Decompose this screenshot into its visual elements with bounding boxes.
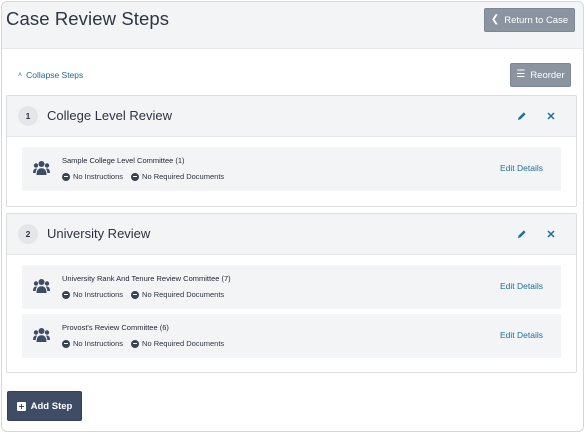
committee-row: University Rank And Tenure Review Commit…: [22, 265, 561, 309]
committee-row: Provost's Review Committee (6) No Instru…: [22, 314, 561, 358]
step-title: University Review: [47, 226, 151, 241]
bars-icon: ☰: [516, 69, 526, 80]
committee-name: Sample College Level Committee (1): [62, 156, 185, 165]
step-header: 2 University Review ✕: [7, 214, 576, 255]
plus-square-icon: [16, 401, 26, 411]
add-step-label: Add Step: [30, 400, 73, 412]
add-step-button[interactable]: Add Step: [7, 391, 82, 421]
step-number: 1: [18, 106, 38, 126]
step-title: College Level Review: [47, 108, 173, 123]
pencil-icon: [518, 112, 526, 120]
committee-meta: No Instructions No Required Documents: [62, 172, 232, 181]
step-number: 2: [18, 224, 38, 244]
remove-step-button[interactable]: ✕: [545, 110, 557, 123]
edit-details-link[interactable]: Edit Details: [500, 281, 543, 291]
case-review-steps-panel: Case Review Steps ❮ Return to Case ˄ Col…: [1, 1, 584, 432]
documents-status: No Required Documents: [131, 290, 224, 299]
edit-step-button[interactable]: [516, 228, 528, 240]
double-chevron-up-icon: ˄: [18, 71, 23, 79]
minus-circle-icon: [131, 172, 140, 181]
edit-details-link[interactable]: Edit Details: [500, 330, 543, 340]
edit-step-button[interactable]: [516, 110, 528, 122]
reorder-label: Reorder: [530, 69, 565, 81]
minus-circle-icon: [62, 172, 70, 181]
reorder-button[interactable]: ☰ Reorder: [510, 63, 571, 87]
remove-step-button[interactable]: ✕: [545, 228, 557, 241]
committee-meta: No Instructions No Required Documents: [62, 339, 232, 348]
review-step: 1 College Level Review ✕ Sample College …: [6, 95, 577, 207]
collapse-steps-link[interactable]: ˄ Collapse Steps: [18, 70, 83, 80]
pencil-icon: [518, 230, 526, 238]
instructions-status: No Instructions: [62, 339, 123, 348]
minus-circle-icon: [131, 339, 140, 348]
page-header: Case Review Steps ❮ Return to Case: [2, 2, 583, 49]
committee-name: University Rank And Tenure Review Commit…: [62, 274, 231, 283]
users-icon: [33, 161, 50, 175]
close-icon: ✕: [546, 228, 556, 241]
review-step: 2 University Review ✕ University Rank An…: [6, 213, 577, 373]
committee-row: Sample College Level Committee (1) No In…: [22, 147, 561, 191]
instructions-status: No Instructions: [62, 290, 123, 299]
committee-name: Provost's Review Committee (6): [62, 323, 169, 332]
page-title: Case Review Steps: [6, 8, 170, 29]
chevron-left-icon: ❮: [490, 14, 500, 25]
step-header: 1 College Level Review ✕: [7, 96, 576, 137]
committee-meta: No Instructions No Required Documents: [62, 290, 232, 299]
users-icon: [33, 279, 50, 293]
edit-details-link[interactable]: Edit Details: [500, 163, 543, 173]
close-icon: ✕: [546, 110, 556, 123]
collapse-steps-label: Collapse Steps: [26, 70, 84, 80]
documents-status: No Required Documents: [131, 172, 224, 181]
return-to-case-label: Return to Case: [504, 14, 569, 26]
instructions-status: No Instructions: [62, 172, 123, 181]
minus-circle-icon: [62, 339, 70, 348]
users-icon: [33, 328, 50, 342]
minus-circle-icon: [131, 290, 140, 299]
documents-status: No Required Documents: [131, 339, 224, 348]
minus-circle-icon: [62, 290, 70, 299]
return-to-case-button[interactable]: ❮ Return to Case: [484, 8, 575, 32]
